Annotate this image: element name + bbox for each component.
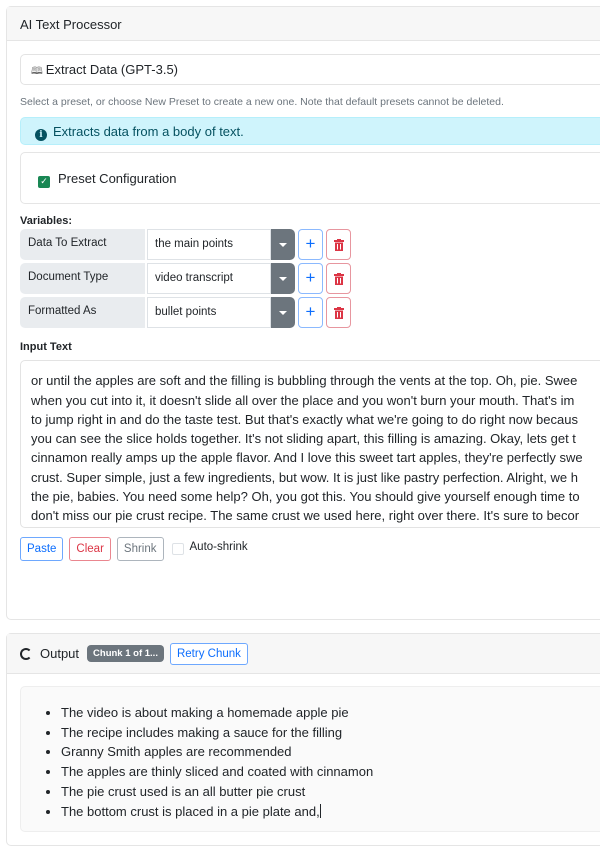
add-variable-button[interactable]: +	[298, 229, 323, 260]
variable-dropdown-button[interactable]	[271, 229, 295, 260]
info-icon: i	[35, 129, 47, 141]
input-text-line: you can see the slice holds together. It…	[31, 431, 576, 447]
trash-icon	[333, 306, 344, 319]
variable-row: Document Type video transcript +	[20, 263, 351, 294]
caret-down-icon	[279, 310, 287, 315]
input-text-line: don't miss our pie crust recipe. The sam…	[31, 508, 580, 524]
output-list: The video is about making a homemade app…	[61, 703, 600, 821]
input-text-line: crust. Super simple, just a few ingredie…	[31, 469, 578, 485]
retry-chunk-button[interactable]: Retry Chunk	[169, 642, 248, 665]
auto-shrink-label: Auto-shrink	[189, 541, 248, 553]
output-list-item: The recipe includes making a sauce for t…	[61, 723, 600, 743]
input-text-line: to jump right in and do the taste test. …	[31, 411, 578, 427]
output-list-item: Granny Smith apples are recommended	[61, 742, 600, 762]
app-title: AI Text Processor	[20, 17, 122, 32]
delete-variable-button[interactable]	[326, 263, 351, 294]
output-list-item: The pie crust used is an all butter pie …	[61, 782, 600, 802]
output-content: The video is about making a homemade app…	[20, 686, 600, 832]
input-text-label: Input Text	[20, 341, 72, 353]
trash-icon	[333, 272, 344, 285]
preset-configuration-label: Preset Configuration	[58, 171, 177, 186]
output-title: Output	[40, 646, 80, 661]
variables-label: Variables:	[20, 215, 72, 227]
output-list-item-text: The bottom crust is placed in a pie plat…	[61, 803, 320, 819]
checkbox-checked-icon[interactable]: ✓	[38, 176, 50, 188]
variable-dropdown-button[interactable]	[271, 263, 295, 294]
variable-name: Document Type	[20, 263, 145, 294]
input-text-line: or until the apples are soft and the fil…	[31, 373, 578, 389]
input-text-line: cinnamon really amps up the apple flavor…	[31, 450, 583, 466]
book-icon: 🕮	[31, 66, 43, 77]
preset-selected-value: Extract Data (GPT-3.5)	[45, 62, 178, 77]
input-text-line-partial	[31, 361, 600, 371]
preset-info-alert: i Extracts data from a body of text.	[20, 117, 600, 145]
input-actions: Paste Clear Shrink Auto-shrink	[20, 537, 248, 561]
clear-button[interactable]: Clear	[69, 537, 111, 561]
output-card: Output Chunk 1 of 1... Retry Chunk The v…	[6, 633, 600, 846]
delete-variable-button[interactable]	[326, 229, 351, 260]
preset-select[interactable]: 🕮 Extract Data (GPT-3.5)	[20, 54, 600, 85]
caret-down-icon	[279, 242, 287, 247]
shrink-button[interactable]: Shrink	[116, 537, 164, 561]
output-header: Output Chunk 1 of 1... Retry Chunk	[7, 634, 600, 674]
preset-configuration-toggle[interactable]: ✓ Preset Configuration	[20, 152, 600, 204]
variable-name: Formatted As	[20, 297, 145, 328]
delete-variable-button[interactable]	[326, 297, 351, 328]
variable-row: Data To Extract the main points +	[20, 229, 351, 260]
trash-icon	[333, 238, 344, 251]
preset-info-text: Extracts data from a body of text.	[53, 124, 244, 139]
card-header: AI Text Processor	[7, 7, 600, 41]
add-variable-button[interactable]: +	[298, 263, 323, 294]
variable-value-input[interactable]: the main points	[147, 229, 271, 260]
variable-value-input[interactable]: video transcript	[147, 263, 271, 294]
output-list-item: The video is about making a homemade app…	[61, 703, 600, 723]
caret-down-icon	[279, 276, 287, 281]
chunk-status-badge: Chunk 1 of 1...	[87, 645, 164, 662]
loading-spinner-icon	[20, 647, 32, 660]
variable-value-input[interactable]: bullet points	[147, 297, 271, 328]
input-text-area[interactable]: or until the apples are soft and the fil…	[20, 360, 600, 528]
output-list-item: The apples are thinly sliced and coated …	[61, 762, 600, 782]
variable-dropdown-button[interactable]	[271, 297, 295, 328]
input-text-line: when you cut into it, it doesn't slide a…	[31, 392, 575, 408]
text-cursor-icon	[319, 803, 321, 818]
paste-button[interactable]: Paste	[20, 537, 64, 561]
preset-help-text: Select a preset, or choose New Preset to…	[20, 96, 504, 108]
variable-name: Data To Extract	[20, 229, 145, 260]
output-list-item-last: The bottom crust is placed in a pie plat…	[61, 802, 600, 822]
input-text-line: the pie, babies. You need some help? Oh,…	[31, 489, 580, 505]
add-variable-button[interactable]: +	[298, 297, 323, 328]
variable-row: Formatted As bullet points +	[20, 297, 351, 328]
auto-shrink-checkbox[interactable]	[171, 543, 184, 555]
